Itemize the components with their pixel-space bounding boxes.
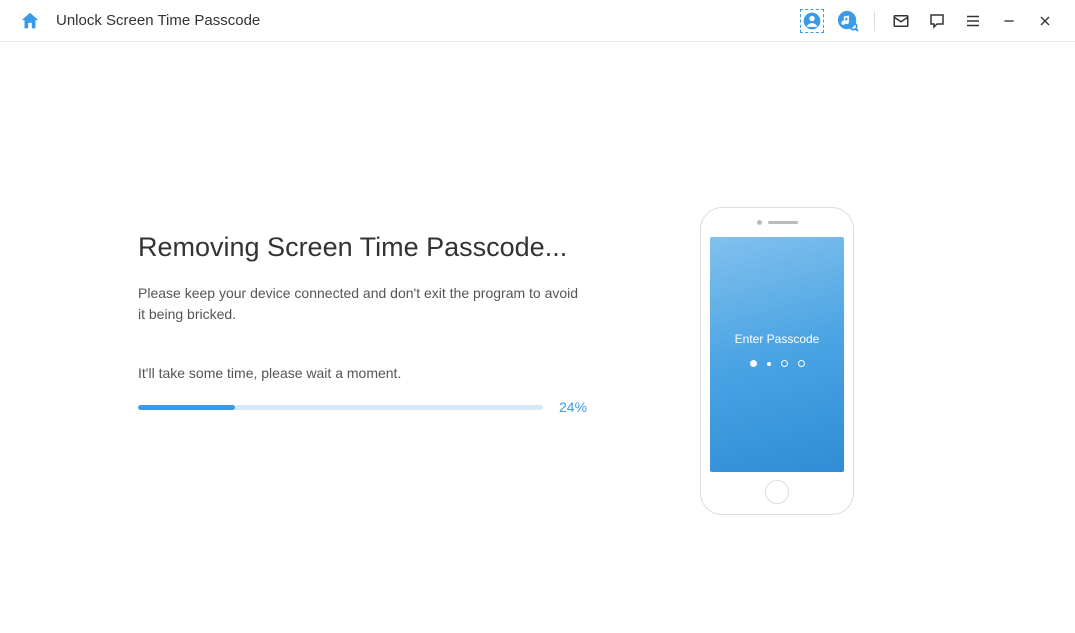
- menu-icon[interactable]: [961, 9, 985, 33]
- divider: [874, 11, 875, 31]
- header-left: Unlock Screen Time Passcode: [18, 9, 260, 33]
- phone-top: [757, 220, 798, 225]
- passcode-dot-icon: [798, 360, 805, 367]
- phone-camera-icon: [757, 220, 762, 225]
- content-right: Enter Passcode: [700, 42, 1020, 633]
- wait-text: It'll take some time, please wait a mome…: [138, 365, 700, 381]
- chat-icon[interactable]: [925, 9, 949, 33]
- music-search-icon[interactable]: [836, 9, 860, 33]
- header: Unlock Screen Time Passcode: [0, 0, 1075, 42]
- progress-fill: [138, 405, 235, 410]
- description: Please keep your device connected and do…: [138, 283, 588, 325]
- mail-icon[interactable]: [889, 9, 913, 33]
- minimize-icon[interactable]: [997, 9, 1021, 33]
- heading: Removing Screen Time Passcode...: [138, 232, 700, 263]
- progress-bar: [138, 405, 543, 410]
- passcode-dot-icon: [750, 360, 757, 367]
- phone-screen: Enter Passcode: [710, 237, 844, 472]
- phone-home-button-icon: [765, 480, 789, 504]
- main: Removing Screen Time Passcode... Please …: [0, 42, 1075, 633]
- close-icon[interactable]: [1033, 9, 1057, 33]
- home-icon[interactable]: [18, 9, 42, 33]
- passcode-dots: [750, 360, 805, 367]
- progress-row: 24%: [138, 399, 700, 415]
- content-left: Removing Screen Time Passcode... Please …: [0, 42, 700, 633]
- passcode-dot-icon: [781, 360, 788, 367]
- page-title: Unlock Screen Time Passcode: [56, 12, 260, 29]
- passcode-dot-icon: [767, 362, 771, 366]
- phone-screen-label: Enter Passcode: [735, 332, 820, 346]
- phone-speaker-icon: [768, 221, 798, 224]
- user-icon[interactable]: [800, 9, 824, 33]
- header-right: [800, 9, 1057, 33]
- phone-illustration: Enter Passcode: [700, 207, 854, 515]
- progress-percent: 24%: [559, 399, 587, 415]
